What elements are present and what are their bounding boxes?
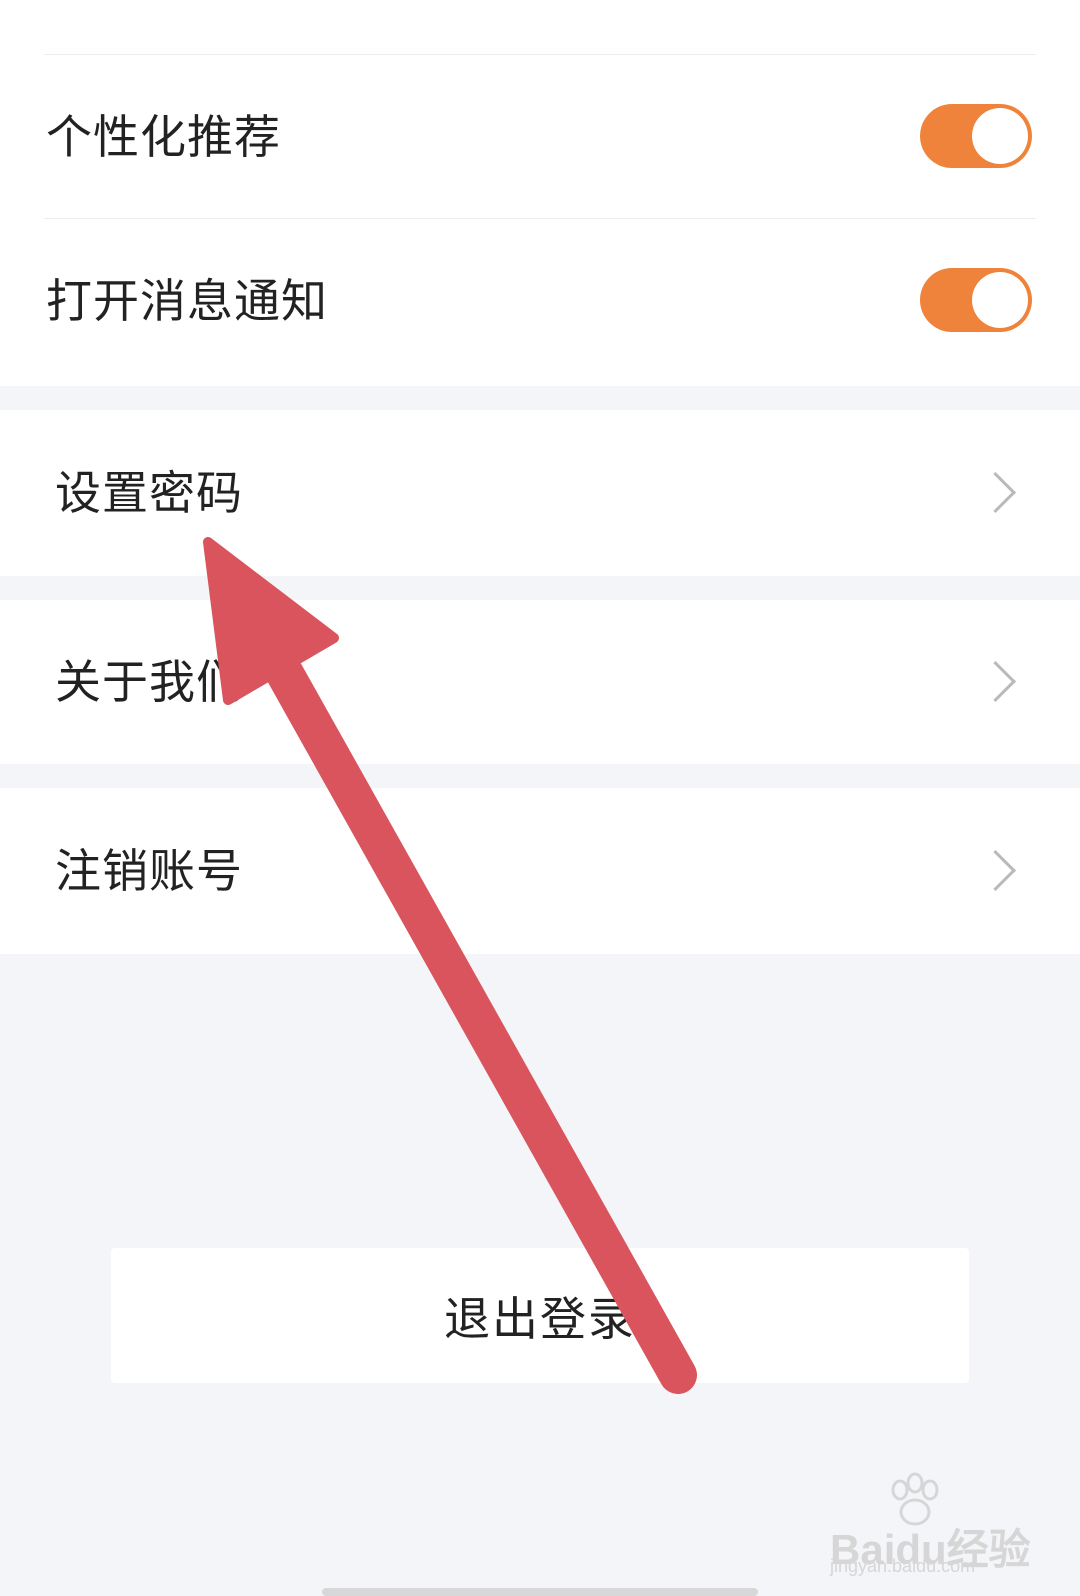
- logout-label: 退出登录: [444, 1291, 636, 1346]
- settings-screen: 个性化推荐 打开消息通知 设置密码 关于我们 注销账号 退出登录 Baidu经验…: [0, 0, 1080, 1596]
- toggle-knob: [972, 108, 1028, 164]
- chevron-right-icon: [974, 660, 1017, 703]
- menu-item-deactivate-account[interactable]: 注销账号: [0, 788, 1080, 954]
- menu-item-label: 关于我们: [55, 655, 243, 709]
- personalized-recommendation-toggle[interactable]: [920, 104, 1032, 168]
- divider: [44, 54, 1036, 55]
- baidu-watermark-logo: Baidu经验 jingyan.baidu.com: [820, 1472, 1040, 1588]
- message-notifications-label: 打开消息通知: [46, 274, 328, 328]
- personalized-recommendation-label: 个性化推荐: [46, 110, 281, 164]
- menu-item-about-us[interactable]: 关于我们: [0, 600, 1080, 764]
- chevron-right-icon: [974, 849, 1017, 892]
- menu-item-label: 注销账号: [55, 844, 243, 898]
- message-notifications-toggle[interactable]: [920, 268, 1032, 332]
- toggle-knob: [972, 272, 1028, 328]
- menu-item-set-password[interactable]: 设置密码: [0, 410, 1080, 576]
- home-indicator: [322, 1588, 758, 1596]
- watermark-url: jingyan.baidu.com: [830, 1556, 976, 1576]
- personalized-recommendation-row: 个性化推荐: [0, 56, 1080, 218]
- menu-item-label: 设置密码: [55, 466, 243, 520]
- logout-button[interactable]: 退出登录: [111, 1248, 969, 1383]
- message-notifications-row: 打开消息通知: [0, 220, 1080, 382]
- preferences-card: 个性化推荐 打开消息通知: [0, 0, 1080, 386]
- divider: [44, 218, 1036, 219]
- chevron-right-icon: [974, 471, 1017, 514]
